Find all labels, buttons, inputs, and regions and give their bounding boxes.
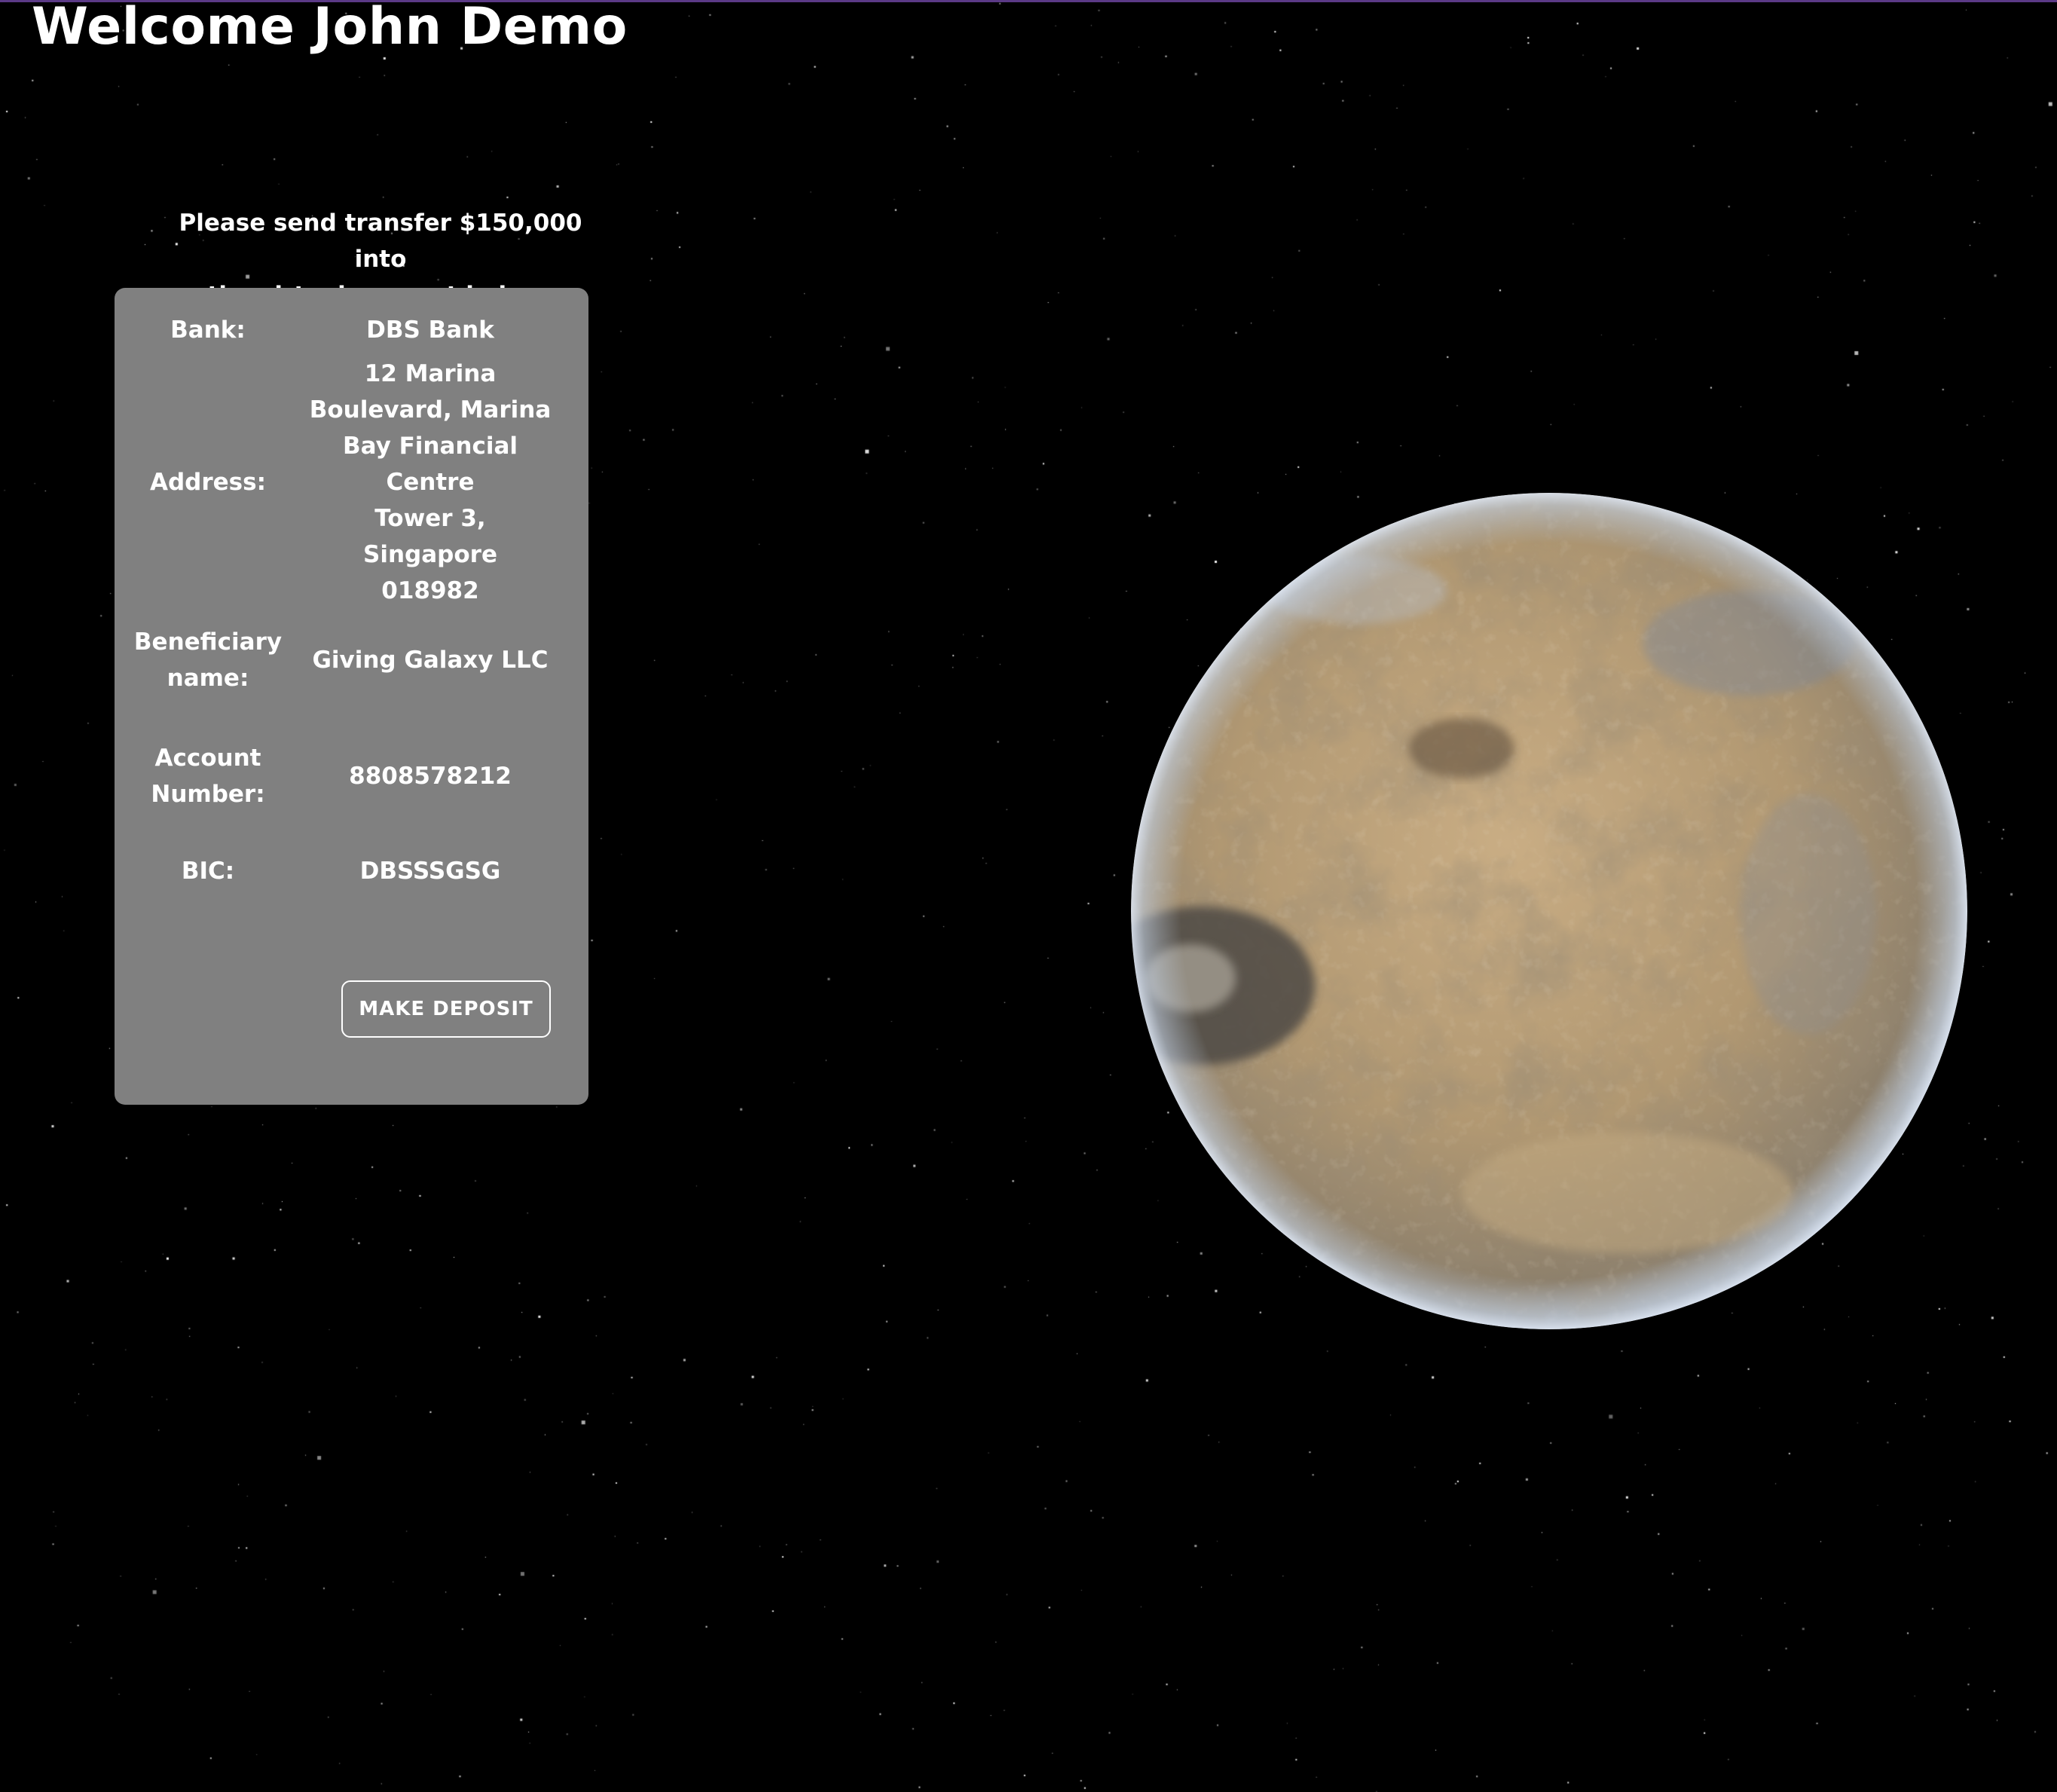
account-number-row: Account Number: 8808578212 <box>115 740 588 812</box>
planet-image <box>1130 492 1968 1330</box>
address-label: Address: <box>150 469 266 496</box>
address-row: Address: 12 Marina Boulevard, Marina Bay… <box>115 360 588 604</box>
address-value: 12 Marina Boulevard, Marina Bay Financia… <box>306 356 555 609</box>
make-deposit-button[interactable]: MAKE DEPOSIT <box>341 980 551 1038</box>
bank-row: Bank: DBS Bank <box>115 312 588 348</box>
account-label-line: Number: <box>151 781 265 808</box>
address-line: 018982 <box>381 577 479 604</box>
beneficiary-label-line: name: <box>167 665 249 692</box>
bic-value: DBSSSGSG <box>359 858 501 885</box>
address-line: Boulevard, Marina <box>309 396 552 424</box>
beneficiary-label: Beneficiary name: <box>115 624 301 696</box>
account-number-value: 8808578212 <box>349 763 512 790</box>
welcome-heading: Welcome John Demo <box>32 0 628 57</box>
planet-graphic <box>1131 493 1967 1329</box>
bank-value: DBS Bank <box>366 317 494 344</box>
bank-label: Bank: <box>170 317 246 344</box>
account-number-label: Account Number: <box>115 740 301 812</box>
account-details-card: Bank: DBS Bank Address: 12 Marina Boulev… <box>115 288 588 1105</box>
beneficiary-value: Giving Galaxy LLC <box>312 647 549 674</box>
address-line: Bay Financial Centre <box>342 433 518 496</box>
address-line: 12 Marina <box>364 360 497 387</box>
account-label-line: Account <box>154 745 261 772</box>
beneficiary-row: Beneficiary name: Giving Galaxy LLC <box>115 624 588 696</box>
bic-row: BIC: DBSSSGSG <box>115 853 588 889</box>
instruction-line-1: Please send transfer $150,000 into <box>179 209 582 273</box>
address-line: Tower 3, Singapore <box>363 505 497 568</box>
beneficiary-label-line: Beneficiary <box>133 628 283 656</box>
bic-label: BIC: <box>181 858 235 885</box>
